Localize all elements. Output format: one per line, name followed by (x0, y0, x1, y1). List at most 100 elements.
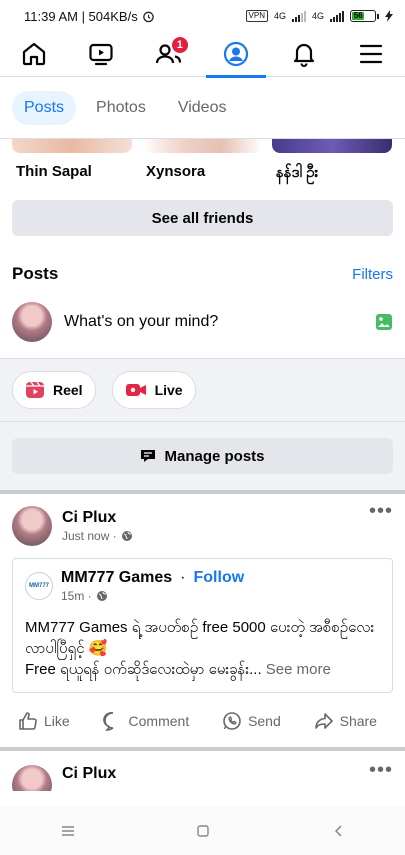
filters-link[interactable]: Filters (352, 266, 393, 283)
charging-icon (385, 10, 393, 22)
friend-photo (12, 139, 132, 153)
manage-posts-label: Manage posts (164, 447, 265, 465)
create-chips: Reel Live (0, 359, 405, 421)
tab-posts[interactable]: Posts (12, 90, 77, 125)
nav-profile[interactable] (206, 32, 267, 78)
send-label: Send (248, 713, 281, 729)
network-2-label: 4G (311, 11, 324, 21)
share-icon (314, 713, 333, 729)
shared-post-header: MM777 MM777 Games · Follow 15m · (25, 569, 380, 603)
shared-post[interactable]: MM777 MM777 Games · Follow 15m · MM777 G… (12, 558, 393, 693)
friend-card[interactable]: Xynsora (142, 139, 262, 189)
nav-notifications[interactable] (274, 32, 334, 77)
photo-icon[interactable] (375, 313, 393, 331)
post-time-text: Just now · (62, 529, 117, 543)
battery-icon: 56 (350, 10, 379, 22)
friends-badge: 1 (170, 35, 189, 54)
signal-2-icon (330, 10, 344, 22)
author-avatar[interactable] (12, 506, 52, 546)
nav-video[interactable] (71, 32, 131, 77)
nav-friends[interactable]: 1 (139, 32, 199, 77)
comment-button[interactable]: Comment (102, 711, 190, 731)
bell-icon (293, 43, 314, 67)
post-timestamp: Just now · (62, 529, 393, 543)
globe-icon (121, 531, 132, 541)
profile-subtabs: Posts Photos Videos (0, 77, 405, 139)
friend-name: Thin Sapal (16, 163, 92, 180)
send-button[interactable]: Send (222, 711, 281, 731)
status-time: 11:39 AM | 504KB/s (24, 8, 138, 24)
shared-post-timestamp: 15m · (61, 589, 244, 603)
alarm-icon (142, 11, 154, 22)
menu-icon (360, 44, 383, 64)
comment-icon (102, 712, 113, 731)
like-icon (19, 712, 37, 730)
comment-label: Comment (128, 713, 190, 729)
composer-placeholder[interactable]: What's on your mind? (64, 313, 363, 331)
home-button-icon[interactable] (196, 824, 210, 838)
see-all-friends-button[interactable]: See all friends (12, 200, 393, 236)
profile-icon (224, 41, 249, 67)
post-composer[interactable]: What's on your mind? (0, 300, 405, 344)
tab-photos[interactable]: Photos (84, 91, 158, 125)
feed-post: Ci Plux Just now · ••• MM777 MM777 Games… (0, 494, 405, 747)
top-navigation: 1 (0, 32, 405, 78)
home-icon (22, 42, 45, 66)
reel-button[interactable]: Reel (12, 371, 96, 409)
system-navigation-bar (0, 807, 405, 855)
live-video-icon (125, 384, 146, 396)
nav-home[interactable] (4, 32, 64, 77)
shared-page-name[interactable]: MM777 Games (61, 569, 172, 587)
manage-posts-button[interactable]: Manage posts (12, 438, 393, 474)
friend-name: Xynsora (146, 163, 206, 180)
tab-videos[interactable]: Videos (166, 91, 239, 125)
dot-separator: · (180, 569, 186, 586)
more-options-icon[interactable]: ••• (369, 500, 393, 523)
friends-grid: Thin Sapal Xynsora နန်ဒါ ဦး (0, 139, 405, 189)
post-header: Ci Plux ••• (12, 759, 393, 791)
author-avatar[interactable] (12, 765, 52, 791)
vpn-indicator: VPN (245, 10, 268, 22)
manage-posts-icon (141, 450, 156, 462)
status-bar: 11:39 AM | 504KB/s VPN 4G 4G 56 (0, 0, 405, 32)
friend-card[interactable]: Thin Sapal (12, 139, 132, 189)
network-1-label: 4G (273, 11, 286, 21)
posts-header: Posts Filters (0, 264, 405, 284)
like-label: Like (44, 713, 70, 729)
video-icon (89, 43, 113, 66)
live-button[interactable]: Live (111, 371, 196, 409)
friend-card[interactable]: နန်ဒါ ဦး (272, 139, 392, 189)
see-all-friends-label: See all friends (151, 209, 254, 227)
friend-photo (272, 139, 392, 153)
shared-post-text: MM777 Games ရဲ့ အပတ်စဉ် free 5000 ပေးတဲ့… (25, 617, 380, 680)
globe-icon (96, 591, 107, 601)
post-text-line-2: Free ရယူရန် ဝက်ဆိုဒ်လေးထဲမှာ မေးခွန်း... (25, 661, 262, 678)
feed-post: Ci Plux ••• (0, 751, 405, 791)
posts-title: Posts (12, 264, 59, 283)
post-author[interactable]: Ci Plux (62, 509, 393, 527)
manage-posts-section: Manage posts (0, 422, 405, 490)
reel-icon (26, 381, 44, 398)
follow-button[interactable]: Follow (194, 569, 245, 587)
live-label: Live (154, 382, 183, 398)
post-actions: Like Comment Send Share (12, 693, 393, 747)
share-button[interactable]: Share (314, 711, 377, 731)
reel-label: Reel (53, 382, 83, 398)
friend-name: နန်ဒါ ဦး (276, 164, 319, 181)
recent-apps-icon[interactable] (61, 825, 75, 837)
post-header: Ci Plux Just now · ••• (12, 500, 393, 546)
more-options-icon[interactable]: ••• (369, 759, 393, 782)
page-logo-text: MM777 (28, 583, 49, 589)
avatar[interactable] (12, 302, 52, 342)
back-icon[interactable] (332, 824, 344, 838)
like-button[interactable]: Like (18, 711, 70, 731)
page-logo[interactable]: MM777 (25, 572, 53, 600)
whatsapp-send-icon (223, 712, 241, 730)
nav-menu[interactable] (341, 32, 401, 77)
see-more-link[interactable]: See more (266, 661, 331, 678)
post-author[interactable]: Ci Plux (62, 765, 393, 783)
post-text-line-1: MM777 Games ရဲ့ အပတ်စဉ် free 5000 ပေးတဲ့… (25, 619, 375, 657)
signal-1-icon (291, 10, 306, 22)
friend-photo (142, 139, 262, 153)
battery-level: 56 (352, 11, 365, 20)
